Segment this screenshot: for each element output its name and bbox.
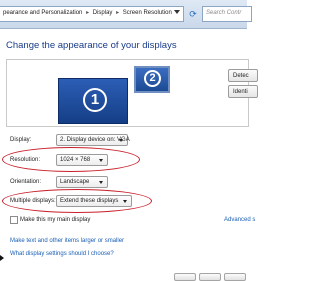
- dropdown-arrow-icon: [123, 200, 127, 203]
- text-size-link[interactable]: Make text and other items larger or smal…: [10, 238, 124, 244]
- breadcrumb-separator-icon: ▸: [86, 10, 90, 16]
- dropdown-arrow-icon: [119, 139, 123, 142]
- main-display-checkbox-label[interactable]: Make this my main display: [20, 217, 90, 223]
- dropdown-arrow-icon: [99, 159, 103, 162]
- monitor-2-thumbnail[interactable]: 2: [134, 66, 170, 93]
- breadcrumb: pearance and Personalization ▸ Display ▸…: [3, 9, 172, 16]
- detect-button[interactable]: Detec: [228, 69, 258, 82]
- breadcrumb-item-screen-resolution[interactable]: Screen Resolution: [123, 10, 172, 16]
- search-input[interactable]: Search Contr: [202, 6, 252, 22]
- multiple-displays-label: Multiple displays:: [10, 198, 56, 204]
- multiple-displays-select-value: Extend these displays: [60, 197, 119, 204]
- dropdown-arrow-icon: [99, 181, 103, 184]
- address-bar[interactable]: pearance and Personalization ▸ Display ▸…: [0, 6, 184, 22]
- page-title: Change the appearance of your displays: [6, 40, 177, 51]
- mouse-pointer-icon: [0, 255, 4, 261]
- breadcrumb-item-display[interactable]: Display: [93, 10, 113, 16]
- which-settings-link[interactable]: What display settings should I choose?: [10, 251, 114, 257]
- resolution-select-value: 1024 × 768: [60, 156, 91, 163]
- advanced-settings-link[interactable]: Advanced s: [224, 217, 255, 223]
- display-label: Display:: [10, 137, 32, 143]
- resolution-label: Resolution:: [10, 157, 41, 163]
- main-display-checkbox[interactable]: [10, 216, 18, 224]
- monitor-1-number: 1: [83, 88, 107, 112]
- search-placeholder: Search Contr: [206, 10, 242, 16]
- orientation-select[interactable]: Landscape: [56, 176, 108, 188]
- address-bar-container: pearance and Personalization ▸ Display ▸…: [0, 0, 252, 29]
- apply-button[interactable]: [224, 273, 246, 281]
- monitor-2-number: 2: [144, 70, 161, 87]
- address-dropdown-arrow-icon[interactable]: [174, 10, 180, 14]
- refresh-icon[interactable]: ⟳: [186, 6, 200, 22]
- cancel-button[interactable]: [199, 273, 221, 281]
- identify-button[interactable]: Identi: [228, 85, 258, 98]
- breadcrumb-item-appearance[interactable]: pearance and Personalization: [3, 10, 82, 16]
- resolution-select[interactable]: 1024 × 768: [56, 154, 108, 166]
- orientation-label: Orientation:: [10, 179, 42, 185]
- orientation-select-value: Landscape: [60, 178, 90, 185]
- breadcrumb-separator-icon: ▸: [116, 10, 120, 16]
- monitor-1-thumbnail[interactable]: 1: [58, 78, 128, 124]
- display-select[interactable]: 2. Display device on: VGA: [56, 134, 130, 146]
- multiple-displays-select[interactable]: Extend these displays: [56, 195, 132, 207]
- ok-button[interactable]: [174, 273, 196, 281]
